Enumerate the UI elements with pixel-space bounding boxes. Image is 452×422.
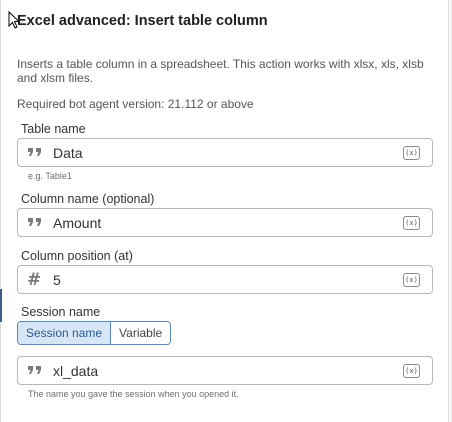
panel-title: Excel advanced: Insert table column: [17, 13, 268, 29]
column-name-field[interactable]: Amount (x): [17, 208, 433, 237]
column-position-label: Column position (at): [21, 249, 133, 263]
required-version: Required bot agent version: 21.112 or ab…: [17, 97, 254, 111]
column-name-value: Amount: [53, 215, 102, 231]
panel-border-left: [0, 0, 1, 422]
table-name-field[interactable]: Data (x): [17, 138, 433, 167]
session-name-field[interactable]: xl_data (x): [17, 356, 433, 385]
insert-variable-button[interactable]: (x): [403, 216, 420, 230]
panel-border-right: [448, 0, 449, 422]
insert-variable-button[interactable]: (x): [403, 273, 420, 287]
quote-icon: [27, 145, 45, 161]
variable-option[interactable]: Variable: [110, 322, 171, 344]
insert-variable-button[interactable]: (x): [403, 364, 420, 378]
insert-variable-button[interactable]: (x): [403, 146, 420, 160]
session-name-value: xl_data: [53, 363, 99, 379]
quote-icon: [27, 363, 45, 379]
quote-icon: [27, 215, 45, 231]
table-name-label: Table name: [21, 122, 86, 136]
session-type-toggle: Session name Variable: [17, 321, 172, 345]
session-name-hint: The name you gave the session when you o…: [28, 389, 239, 399]
column-position-value: 5: [53, 272, 61, 288]
session-name-label: Session name: [21, 305, 101, 319]
table-name-hint: e.g. Table1: [28, 171, 72, 181]
session-name-option[interactable]: Session name: [18, 322, 111, 344]
action-description: Inserts a table column in a spreadsheet.…: [17, 57, 424, 85]
column-position-field[interactable]: # 5 (x): [17, 265, 433, 294]
column-name-label: Column name (optional): [21, 192, 155, 206]
focus-marker: [0, 289, 2, 322]
table-name-value: Data: [53, 145, 83, 161]
hash-icon: #: [27, 270, 42, 290]
